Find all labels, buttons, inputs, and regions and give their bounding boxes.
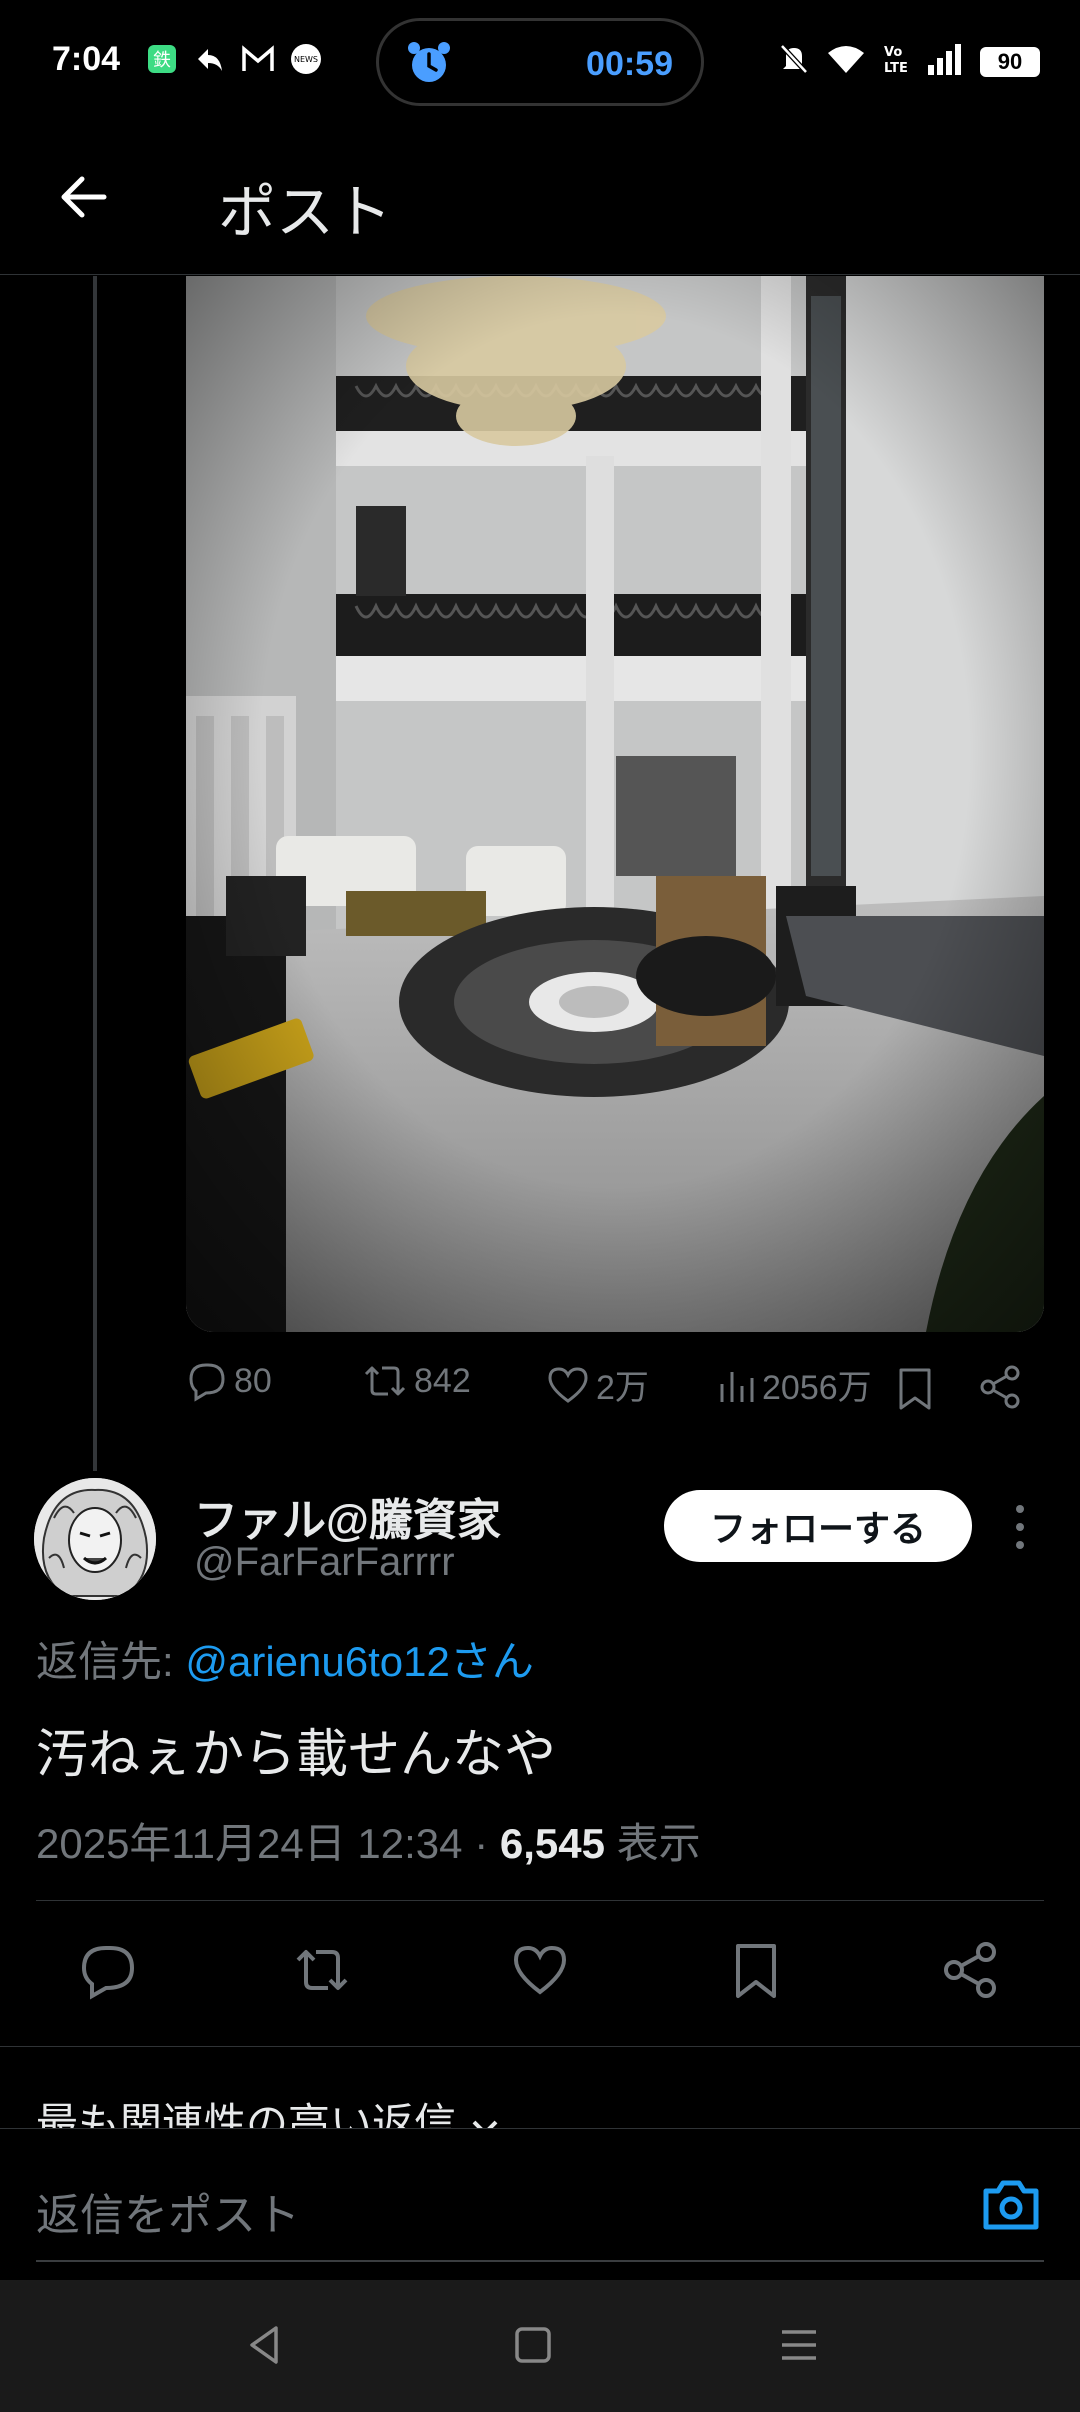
- wifi-icon: [826, 43, 866, 80]
- repost-count: 842: [414, 1361, 471, 1400]
- status-bar: 7:04 鉄 NEWS 00:59 Vo LTE 90: [0, 0, 1080, 125]
- signal-icon: [926, 43, 964, 80]
- divider: [36, 1900, 1044, 1901]
- author-name[interactable]: ファル@騰資家: [194, 1484, 501, 1548]
- replying-to-mention[interactable]: @arienu6to12さん: [185, 1638, 534, 1685]
- share-icon[interactable]: [940, 1940, 1000, 2000]
- reply-composer[interactable]: 返信をポスト: [0, 2128, 1080, 2280]
- repost-icon: [364, 1366, 406, 1396]
- bookmark-icon[interactable]: [896, 1366, 934, 1412]
- reply-icon: [189, 1363, 225, 1402]
- thread-connector: [93, 276, 97, 1471]
- replying-to: 返信先: @arienu6to12さん: [36, 1628, 534, 1689]
- reply-sort-selector[interactable]: 最も関連性の高い返信: [36, 2090, 502, 2130]
- alarm-clock-icon: [408, 42, 450, 82]
- share-icon[interactable]: [978, 1364, 1022, 1410]
- meta-separator: ·: [474, 1820, 489, 1867]
- system-nav-bar: [0, 2280, 1080, 2412]
- status-time: 7:04: [52, 40, 121, 78]
- svg-text:NEWS: NEWS: [294, 55, 318, 64]
- notification-icons: 鉄 NEWS: [145, 42, 323, 76]
- follow-button[interactable]: フォローする: [664, 1490, 972, 1562]
- timer-value: 00:59: [586, 45, 673, 83]
- mansion-hall-photo: [186, 276, 1044, 1332]
- reply-icon[interactable]: [78, 1940, 138, 2000]
- bookmark-icon[interactable]: [726, 1940, 786, 2000]
- post-views-label: 表示: [616, 1820, 701, 1867]
- heart-icon[interactable]: [510, 1940, 570, 2000]
- composer-underline: [36, 2260, 1044, 2262]
- post-text: 汚ねぇから載せんなや: [36, 1726, 557, 1784]
- like-count: 2万: [596, 1369, 649, 1407]
- gmail-icon: [241, 42, 275, 76]
- post-actions: [0, 1940, 1080, 2000]
- views-count-button[interactable]: 2056万: [716, 1360, 872, 1409]
- replying-to-label: 返信先:: [36, 1638, 174, 1685]
- heart-icon: [548, 1366, 588, 1403]
- post-view-count: 6,545: [499, 1820, 605, 1867]
- nav-home-icon[interactable]: [508, 2320, 558, 2370]
- mute-icon: [778, 42, 810, 81]
- camera-icon[interactable]: [980, 2177, 1042, 2233]
- app-notification-icon: 鉄: [145, 42, 179, 76]
- nav-back-icon[interactable]: [240, 2320, 290, 2370]
- svg-text:Vo: Vo: [884, 45, 902, 60]
- like-count-button[interactable]: 2万: [546, 1360, 649, 1409]
- repost-count-button[interactable]: 842: [362, 1360, 471, 1402]
- svg-text:鉄: 鉄: [153, 50, 171, 71]
- svg-text:LTE: LTE: [884, 61, 908, 76]
- news-app-icon: NEWS: [289, 42, 323, 76]
- author-handle[interactable]: @FarFarFarrrr: [194, 1540, 455, 1585]
- avatar-illustration: [34, 1478, 156, 1600]
- more-options-icon[interactable]: [1008, 1500, 1032, 1554]
- volte-icon: Vo LTE: [882, 42, 910, 81]
- back-arrow-icon[interactable]: [54, 167, 114, 227]
- divider: [0, 2046, 1080, 2047]
- post-datetime[interactable]: 2025年11月24日 12:34: [36, 1820, 463, 1867]
- analytics-icon: [720, 1371, 754, 1402]
- post-meta: 2025年11月24日 12:34 · 6,545 表示: [36, 1810, 701, 1871]
- avatar[interactable]: [34, 1478, 156, 1600]
- system-icons: Vo LTE 90: [778, 42, 1040, 81]
- reply-arrow-icon: [193, 42, 227, 76]
- reply-sort-label: 最も関連性の高い返信: [36, 2100, 457, 2130]
- chevron-down-icon: [472, 2120, 498, 2130]
- timer-pill[interactable]: 00:59: [376, 18, 704, 106]
- reply-input[interactable]: 返信をポスト: [36, 2179, 300, 2243]
- top-bar: ポスト: [0, 125, 1080, 275]
- repost-icon[interactable]: [292, 1940, 352, 2000]
- reply-count-button[interactable]: 80: [186, 1360, 272, 1402]
- original-post-actions: 80 842 2万 2056万: [186, 1360, 1044, 1420]
- post-image[interactable]: [186, 276, 1044, 1332]
- reply-count: 80: [234, 1361, 272, 1400]
- battery-icon: 90: [980, 46, 1040, 77]
- page-title: ポスト: [218, 180, 393, 245]
- views-count: 2056万: [762, 1369, 872, 1407]
- nav-menu-icon[interactable]: [774, 2320, 824, 2370]
